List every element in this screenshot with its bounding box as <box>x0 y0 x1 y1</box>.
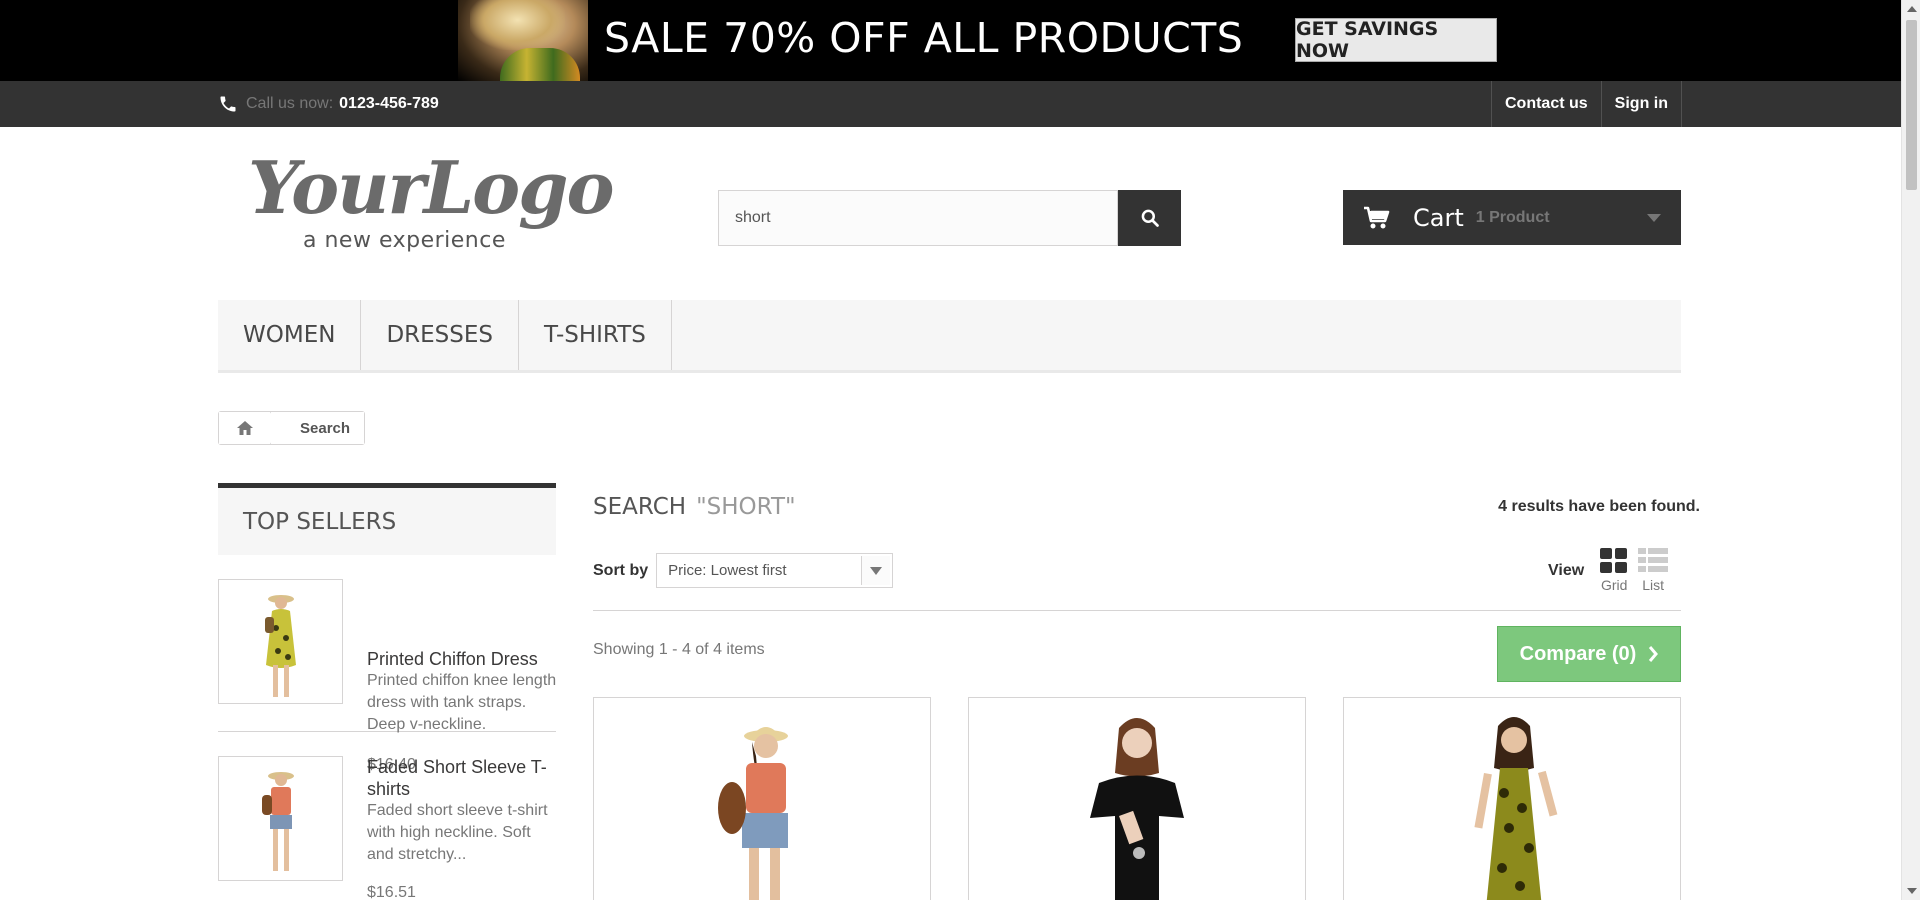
cart-label: Cart <box>1413 203 1464 232</box>
banner-model-hair <box>470 0 565 50</box>
breadcrumb-home[interactable] <box>219 412 280 444</box>
product-image <box>264 595 296 697</box>
sign-in-link[interactable]: Sign in <box>1600 81 1682 127</box>
page-title-label: SEARCH <box>593 494 687 520</box>
list-icon <box>1638 548 1669 572</box>
view-label: View <box>1548 562 1585 579</box>
seller-product-price: $16.51 <box>367 884 416 900</box>
compare-button[interactable]: Compare (0) <box>1497 626 1681 682</box>
search-form <box>718 190 1181 246</box>
main-menu: WOMEN DRESSES T-SHIRTS <box>218 300 1681 373</box>
contact-us-link[interactable]: Contact us <box>1491 81 1601 127</box>
top-nav-bar: Call us now: 0123-456-789 Contact us Sig… <box>0 81 1901 127</box>
showing-count: Showing 1 - 4 of 4 items <box>593 641 765 658</box>
logo-main-text: YourLogo <box>248 145 614 230</box>
product-card[interactable] <box>1343 697 1681 900</box>
phone-number: 0123-456-789 <box>339 95 439 112</box>
seller-product-description: Printed chiffon knee length dress with t… <box>367 672 557 733</box>
cart-quantity: 1 Product <box>1475 208 1550 226</box>
results-count: 4 results have been found. <box>1498 498 1700 515</box>
list-item: Printed Chiffon Dress Printed chiffon kn… <box>218 555 556 773</box>
menu-item-women[interactable]: WOMEN <box>218 300 362 370</box>
phone-info: Call us now: 0123-456-789 <box>218 94 439 114</box>
phone-label: Call us now: <box>246 95 334 112</box>
menu-item-dresses[interactable]: DRESSES <box>361 300 519 370</box>
search-icon <box>1141 209 1159 227</box>
product-thumbnail[interactable] <box>218 579 343 704</box>
list-item: Faded Short Sleeve T-shirts Faded short … <box>218 732 556 900</box>
breadcrumb: Search <box>218 411 366 445</box>
menu-item-tshirts[interactable]: T-SHIRTS <box>519 300 672 370</box>
divider <box>593 610 1681 611</box>
breadcrumb-current: Search <box>271 412 365 444</box>
breadcrumb-separator <box>270 412 280 444</box>
product-image <box>261 772 294 871</box>
sort-bar: Sort by Price: Lowest first <box>593 553 894 588</box>
page-scrollbar[interactable] <box>1901 0 1920 900</box>
sort-select[interactable]: Price: Lowest first <box>656 553 894 588</box>
product-card[interactable] <box>593 697 931 900</box>
banner-headline: SALE 70% OFF ALL PRODUCTS <box>604 14 1244 62</box>
product-card[interactable] <box>968 697 1306 900</box>
sort-label: Sort by <box>593 561 649 579</box>
search-button[interactable] <box>1118 190 1181 246</box>
get-savings-button[interactable]: GET SAVINGS NOW <box>1295 18 1497 62</box>
product-image <box>718 727 788 900</box>
promo-banner[interactable]: SALE 70% OFF ALL PRODUCTS GET SAVINGS NO… <box>0 0 1901 81</box>
phone-icon <box>220 96 236 112</box>
home-icon <box>236 421 253 435</box>
logo-tagline: a new experience <box>303 228 506 253</box>
search-input[interactable] <box>718 190 1118 246</box>
cart-button[interactable]: Cart 1 Product <box>1343 190 1681 245</box>
view-list-button[interactable]: List <box>1638 548 1669 593</box>
view-switcher: View Grid List <box>1548 548 1678 593</box>
view-list-label: List <box>1642 577 1665 593</box>
sort-select-value: Price: Lowest first <box>668 562 787 579</box>
top-sellers-block: TOP SELLERS Printed Chiffon Dress Printe… <box>218 483 556 900</box>
search-query: "SHORT" <box>696 494 796 520</box>
chevron-right-icon <box>1649 646 1659 662</box>
compare-label: Compare (0) <box>1519 642 1637 665</box>
product-thumbnail[interactable] <box>218 756 343 881</box>
scrollbar-thumb[interactable] <box>1906 20 1917 190</box>
page-title: SEARCH "SHORT" <box>593 494 796 520</box>
view-grid-button[interactable]: Grid <box>1600 548 1628 593</box>
product-image <box>1090 718 1184 900</box>
seller-product-name[interactable]: Faded Short Sleeve T-shirts <box>367 756 562 800</box>
grid-icon <box>1600 548 1628 573</box>
scroll-down-icon[interactable] <box>1907 888 1917 894</box>
product-image <box>1474 717 1558 900</box>
top-sellers-title[interactable]: TOP SELLERS <box>218 483 556 555</box>
seller-product-description: Faded short sleeve t-shirt with high nec… <box>367 802 548 863</box>
cart-icon <box>1364 206 1390 228</box>
seller-product-name[interactable]: Printed Chiffon Dress <box>367 648 562 670</box>
top-nav-links: Contact us Sign in <box>1491 81 1682 127</box>
scroll-up-icon[interactable] <box>1907 6 1917 12</box>
store-logo[interactable]: YourLogo a new experience <box>248 145 614 262</box>
chevron-down-icon <box>861 556 891 585</box>
chevron-down-icon <box>1647 214 1661 222</box>
view-grid-label: Grid <box>1600 577 1628 593</box>
